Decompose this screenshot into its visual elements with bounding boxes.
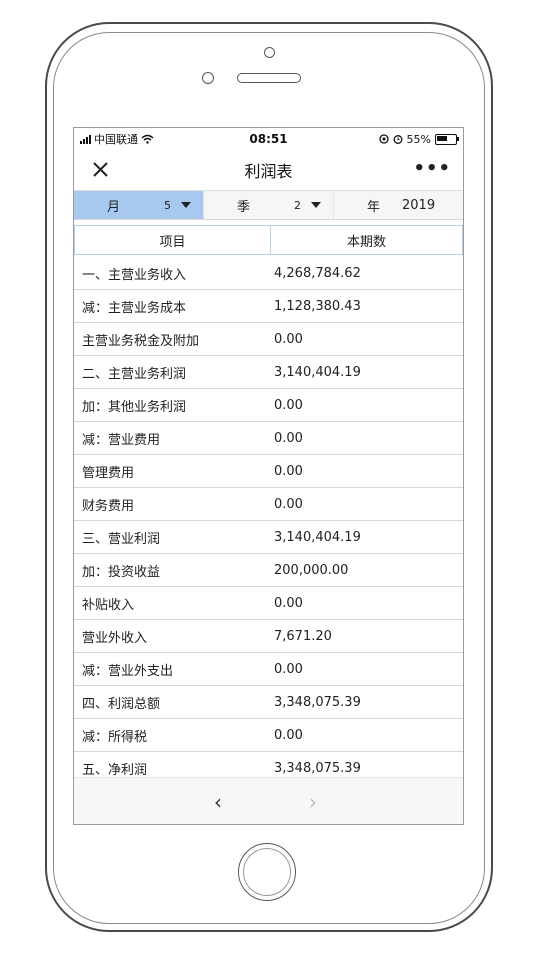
row-item: 二、主营业务利润 [82, 366, 187, 382]
app-screen: 中国联通 08:51 55% 利润表 ••• 月 5 季 2 年 2019 项目… [73, 127, 464, 825]
row-item: 营业外收入 [82, 630, 148, 646]
table-row: 减：营业外支出 0.00 [74, 653, 463, 686]
row-amount: 3,140,404.19 [274, 364, 361, 380]
row-item: 主营业务税金及附加 [82, 333, 200, 349]
table-row: 减：营业费用 0.00 [74, 422, 463, 455]
row-amount: 0.00 [274, 727, 303, 743]
quarter-value: 2 [294, 198, 301, 212]
row-amount: 0.00 [274, 397, 303, 413]
table-row: 加：投资收益 200,000.00 [74, 554, 463, 587]
battery-percent: 55% [406, 132, 431, 146]
row-item: 加：其他业务利润 [82, 399, 187, 415]
row-item: 减：营业费用 [82, 432, 161, 448]
chevron-down-icon [181, 202, 191, 208]
table-row: 减：所得税 0.00 [74, 719, 463, 752]
table-row: 减：主营业务成本 1,128,380.43 [74, 290, 463, 323]
row-amount: 4,268,784.62 [274, 265, 361, 281]
row-amount: 7,671.20 [274, 628, 332, 644]
battery-icon [435, 133, 459, 145]
row-amount: 0.00 [274, 463, 303, 479]
month-filter[interactable]: 月 5 [74, 191, 203, 219]
sensor-icon [202, 72, 214, 84]
period-filters: 月 5 季 2 年 2019 [74, 190, 463, 220]
row-item: 管理费用 [82, 465, 135, 481]
home-button[interactable] [238, 843, 296, 901]
row-item: 一、主营业务收入 [82, 267, 187, 283]
table-row: 一、主营业务收入 4,268,784.62 [74, 257, 463, 290]
rotation-lock-icon [378, 134, 389, 144]
row-item: 加：投资收益 [82, 564, 161, 580]
table-row: 二、主营业务利润 3,140,404.19 [74, 356, 463, 389]
status-right: 55% [378, 132, 459, 146]
row-amount: 0.00 [274, 496, 303, 512]
table-row: 主营业务税金及附加 0.00 [74, 323, 463, 356]
table-row: 四、利润总额 3,348,075.39 [74, 686, 463, 719]
column-header-amount: 本期数 [346, 234, 386, 250]
chevron-left-icon[interactable]: ‹ [214, 790, 222, 814]
row-item: 四、利润总额 [82, 696, 161, 712]
month-label: 月 [107, 199, 121, 215]
table-row: 三、营业利润 3,140,404.19 [74, 521, 463, 554]
row-amount: 200,000.00 [274, 562, 349, 578]
table-row: 营业外收入 7,671.20 [74, 620, 463, 653]
camera-icon [264, 47, 275, 58]
row-amount: 3,348,075.39 [274, 760, 361, 776]
month-value: 5 [164, 198, 171, 212]
row-item: 财务费用 [82, 498, 135, 514]
year-filter[interactable]: 年 2019 [333, 191, 463, 219]
table-row: 补贴收入 0.00 [74, 587, 463, 620]
row-amount: 0.00 [274, 661, 303, 677]
more-icon[interactable]: ••• [413, 158, 451, 179]
year-value: 2019 [402, 197, 436, 213]
chevron-down-icon [311, 202, 321, 208]
table-header: 项目 本期数 [74, 225, 463, 255]
row-amount: 0.00 [274, 430, 303, 446]
row-amount: 0.00 [274, 331, 303, 347]
table-row: 管理费用 0.00 [74, 455, 463, 488]
chevron-right-icon[interactable]: › [309, 790, 317, 814]
row-item: 补贴收入 [82, 597, 135, 613]
table-row: 财务费用 0.00 [74, 488, 463, 521]
status-bar: 中国联通 08:51 55% [74, 128, 463, 150]
row-amount: 3,348,075.39 [274, 694, 361, 710]
table-body: 一、主营业务收入 4,268,784.62 减：主营业务成本 1,128,380.4… [74, 257, 463, 785]
quarter-filter[interactable]: 季 2 [203, 191, 333, 219]
row-item: 减：所得税 [82, 729, 148, 745]
speaker-grille [237, 73, 301, 83]
quarter-label: 季 [237, 199, 251, 215]
row-amount: 1,128,380.43 [274, 298, 361, 314]
pager-bar: ‹ › [74, 777, 463, 824]
close-icon[interactable] [88, 158, 112, 182]
row-item: 三、营业利润 [82, 531, 161, 547]
table-row: 加：其他业务利润 0.00 [74, 389, 463, 422]
alarm-icon [393, 135, 402, 144]
page-title: 利润表 [244, 162, 293, 181]
row-amount: 0.00 [274, 595, 303, 611]
column-header-item: 项目 [75, 226, 271, 254]
year-label: 年 [367, 199, 381, 215]
row-item: 减：营业外支出 [82, 663, 174, 679]
row-item: 减：主营业务成本 [82, 300, 187, 316]
nav-bar: 利润表 ••• [74, 150, 463, 190]
row-item: 五、净利润 [82, 762, 148, 778]
row-amount: 3,140,404.19 [274, 529, 361, 545]
